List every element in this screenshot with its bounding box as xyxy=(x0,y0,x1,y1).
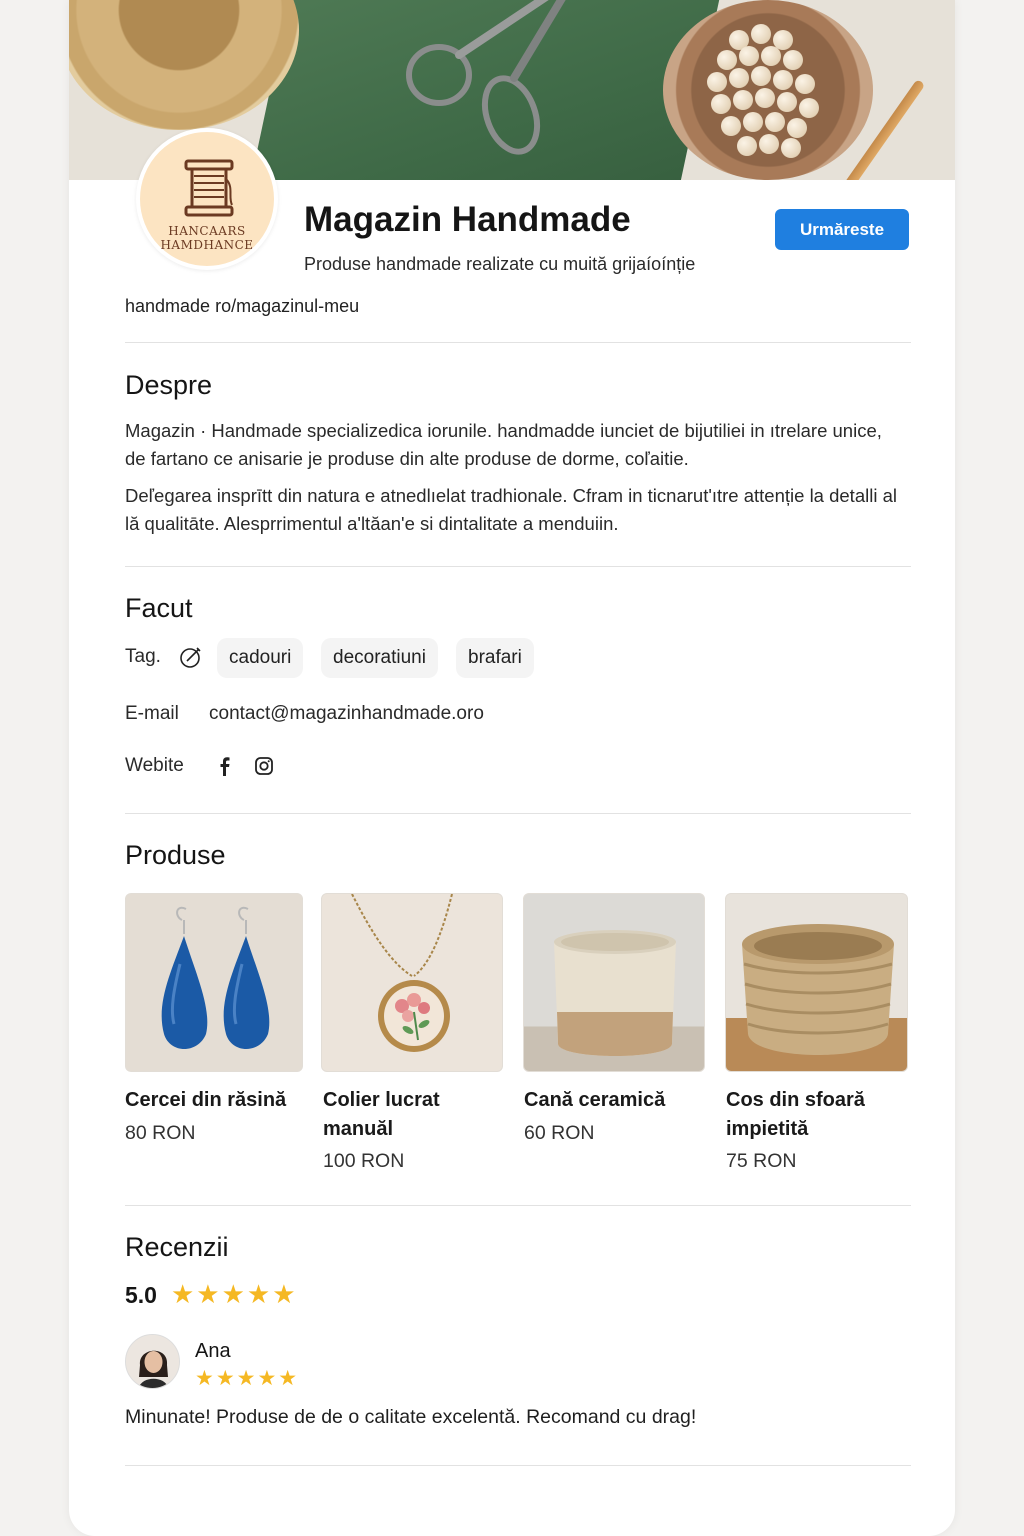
product-name[interactable]: Cană ceramică xyxy=(524,1086,704,1115)
product-price: 80 RON xyxy=(125,1122,196,1144)
facut-heading: Facut xyxy=(125,593,193,623)
website-label: Webite xyxy=(125,755,184,776)
reviewer-stars: ★★★★★ xyxy=(195,1367,300,1390)
product-price: 100 RON xyxy=(323,1150,405,1172)
edit-tag-icon[interactable] xyxy=(179,645,203,669)
shop-logo: HANCAARS HAMDHANCE xyxy=(136,128,278,270)
product-price: 60 RON xyxy=(524,1122,595,1144)
reviews-heading: Recenzii xyxy=(125,1232,229,1262)
products-heading: Produse xyxy=(125,840,226,870)
divider xyxy=(125,342,911,343)
logo-text-line2: HAMDHANCE xyxy=(160,238,254,252)
tag-chip[interactable]: decoratiuni xyxy=(321,638,438,678)
product-price: 75 RON xyxy=(726,1150,797,1172)
reviewer-name: Ana xyxy=(195,1340,231,1362)
shop-title: Magazin Handmade xyxy=(304,200,631,239)
product-image-necklace[interactable] xyxy=(321,893,503,1072)
tag-chip[interactable]: brafari xyxy=(456,638,534,678)
rating-stars: ★★★★★ xyxy=(171,1279,298,1309)
divider xyxy=(125,813,911,814)
product-image-basket[interactable] xyxy=(725,893,908,1072)
product-name[interactable]: Colier lucrat manuăl xyxy=(323,1086,503,1144)
shop-profile-card: HANCAARS HAMDHANCE Magazin Handmade Prod… xyxy=(69,0,955,1536)
tag-chip[interactable]: cadouri xyxy=(217,638,304,678)
product-image-mug[interactable] xyxy=(523,893,705,1072)
facebook-icon[interactable] xyxy=(216,756,234,776)
avatar xyxy=(125,1334,180,1389)
about-paragraph-1: Magazin · Handmade specializedica ioruni… xyxy=(125,420,882,469)
rating-score: 5.0 xyxy=(125,1282,157,1308)
product-name[interactable]: Cos din sfoară impietită xyxy=(726,1086,908,1144)
divider xyxy=(125,566,911,567)
logo-text-line1: HANCAARS xyxy=(168,224,246,238)
about-heading: Despre xyxy=(125,370,213,400)
divider xyxy=(125,1205,911,1206)
divider xyxy=(125,1465,911,1466)
email-link[interactable]: contact@magazinhandmade.oro xyxy=(209,703,484,725)
follow-button[interactable]: Urmăreste xyxy=(775,209,909,250)
product-image-earrings[interactable] xyxy=(125,893,303,1072)
shop-subtitle: Produse handmade realizate cu muită grĳa… xyxy=(304,254,696,274)
spool-icon xyxy=(184,159,234,217)
about-paragraph-2: Deľegarea insprītt din natura e atnedlıe… xyxy=(125,485,897,534)
instagram-icon[interactable] xyxy=(254,756,274,776)
product-name[interactable]: Cercei din răsină xyxy=(125,1086,305,1115)
email-label: E-mail xyxy=(125,703,179,724)
review-text: Minunate! Produse de de o calitate excel… xyxy=(125,1406,697,1428)
tags-label: Tag. xyxy=(125,646,161,667)
shop-url-link[interactable]: handmade ro/magazinul-meu xyxy=(125,296,359,317)
